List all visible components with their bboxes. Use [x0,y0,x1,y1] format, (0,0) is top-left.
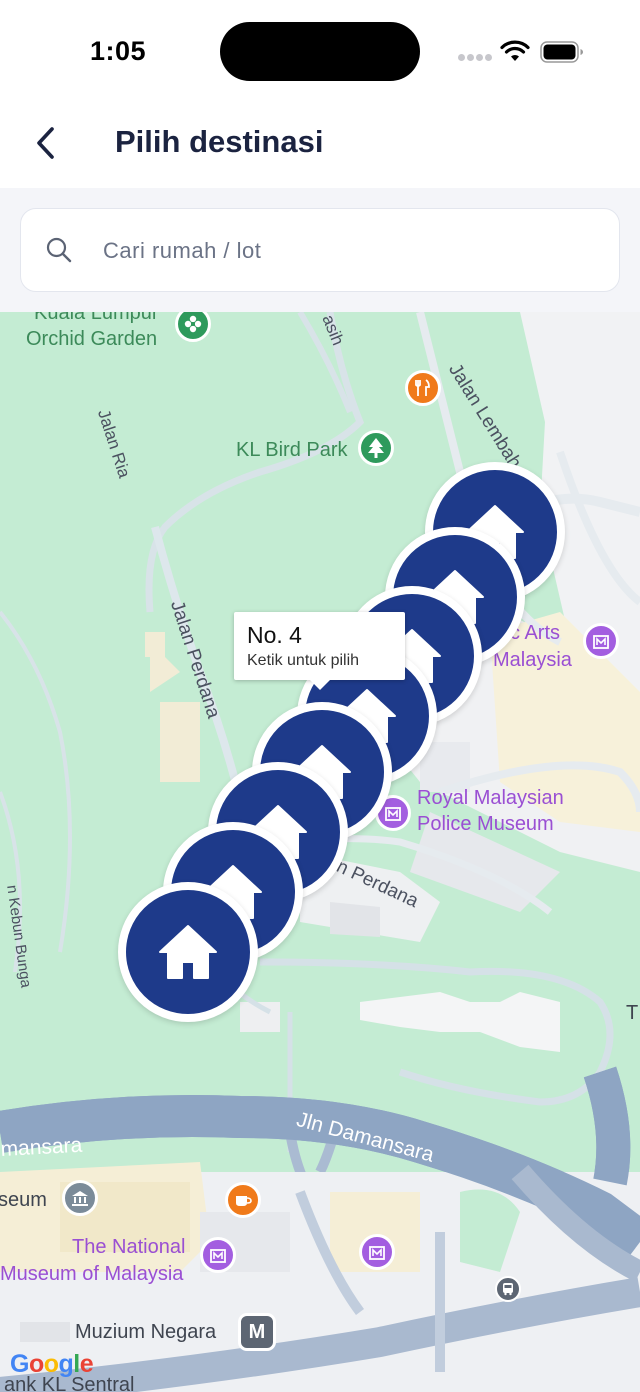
back-button[interactable] [22,118,68,168]
header: Pilih destinasi [0,100,640,188]
bus-icon[interactable] [495,1276,521,1302]
house-icon [159,925,217,979]
road-damansara-left: mansara [0,1133,83,1161]
search-icon [46,237,72,263]
house-marker[interactable] [118,882,258,1022]
battery-icon [540,41,583,63]
label-museum-left: seum [0,1189,47,1211]
search-box[interactable] [20,208,620,292]
tooltip-subtitle: Ketik untuk pilih [247,652,360,669]
tooltip-arrow [310,680,330,690]
museum-icon[interactable] [359,1234,395,1270]
signal-icon [458,54,492,62]
tree-icon[interactable] [358,430,394,466]
dynamic-island [220,22,420,81]
page-title: Pilih destinasi [115,124,324,159]
museum-icon[interactable] [200,1237,236,1273]
metro-badge: M [248,1320,266,1343]
chevron-left-icon [37,127,54,159]
museum-icon[interactable] [583,623,619,659]
label-police-museum-2: Police Museum [417,813,554,835]
label-muzium-negara: Muzium Negara [75,1321,217,1343]
label-orchid-garden-2: Orchid Garden [26,328,158,350]
landmark-icon[interactable] [62,1180,98,1216]
label-national-museum-1: The National [72,1236,186,1258]
label-bird-park: KL Bird Park [236,439,348,461]
search-input[interactable] [103,231,583,271]
map-view[interactable]: Kuala Lumpur Orchid Garden KL Bird Park … [0,312,640,1392]
label-police-museum-1: Royal Malaysian [417,787,564,809]
label-orchid-garden-1: Kuala Lumpur [34,312,159,324]
restaurant-icon[interactable] [405,370,441,406]
cafe-icon[interactable] [225,1182,261,1218]
label-national-museum-2: Museum of Malaysia [0,1263,184,1285]
marker-tooltip[interactable]: No. 4 Ketik untuk pilih [234,612,405,690]
metro-icon[interactable]: M [238,1313,276,1351]
status-time: 1:05 [90,36,147,66]
search-area [0,188,640,312]
wifi-icon [500,40,530,61]
label-edge-t: T [626,1002,639,1024]
status-bar: 1:05 [0,0,640,100]
google-logo: Google [10,1350,94,1378]
label-islamic-arts-2: Malaysia [493,649,572,671]
tooltip-title: No. 4 [247,622,302,648]
